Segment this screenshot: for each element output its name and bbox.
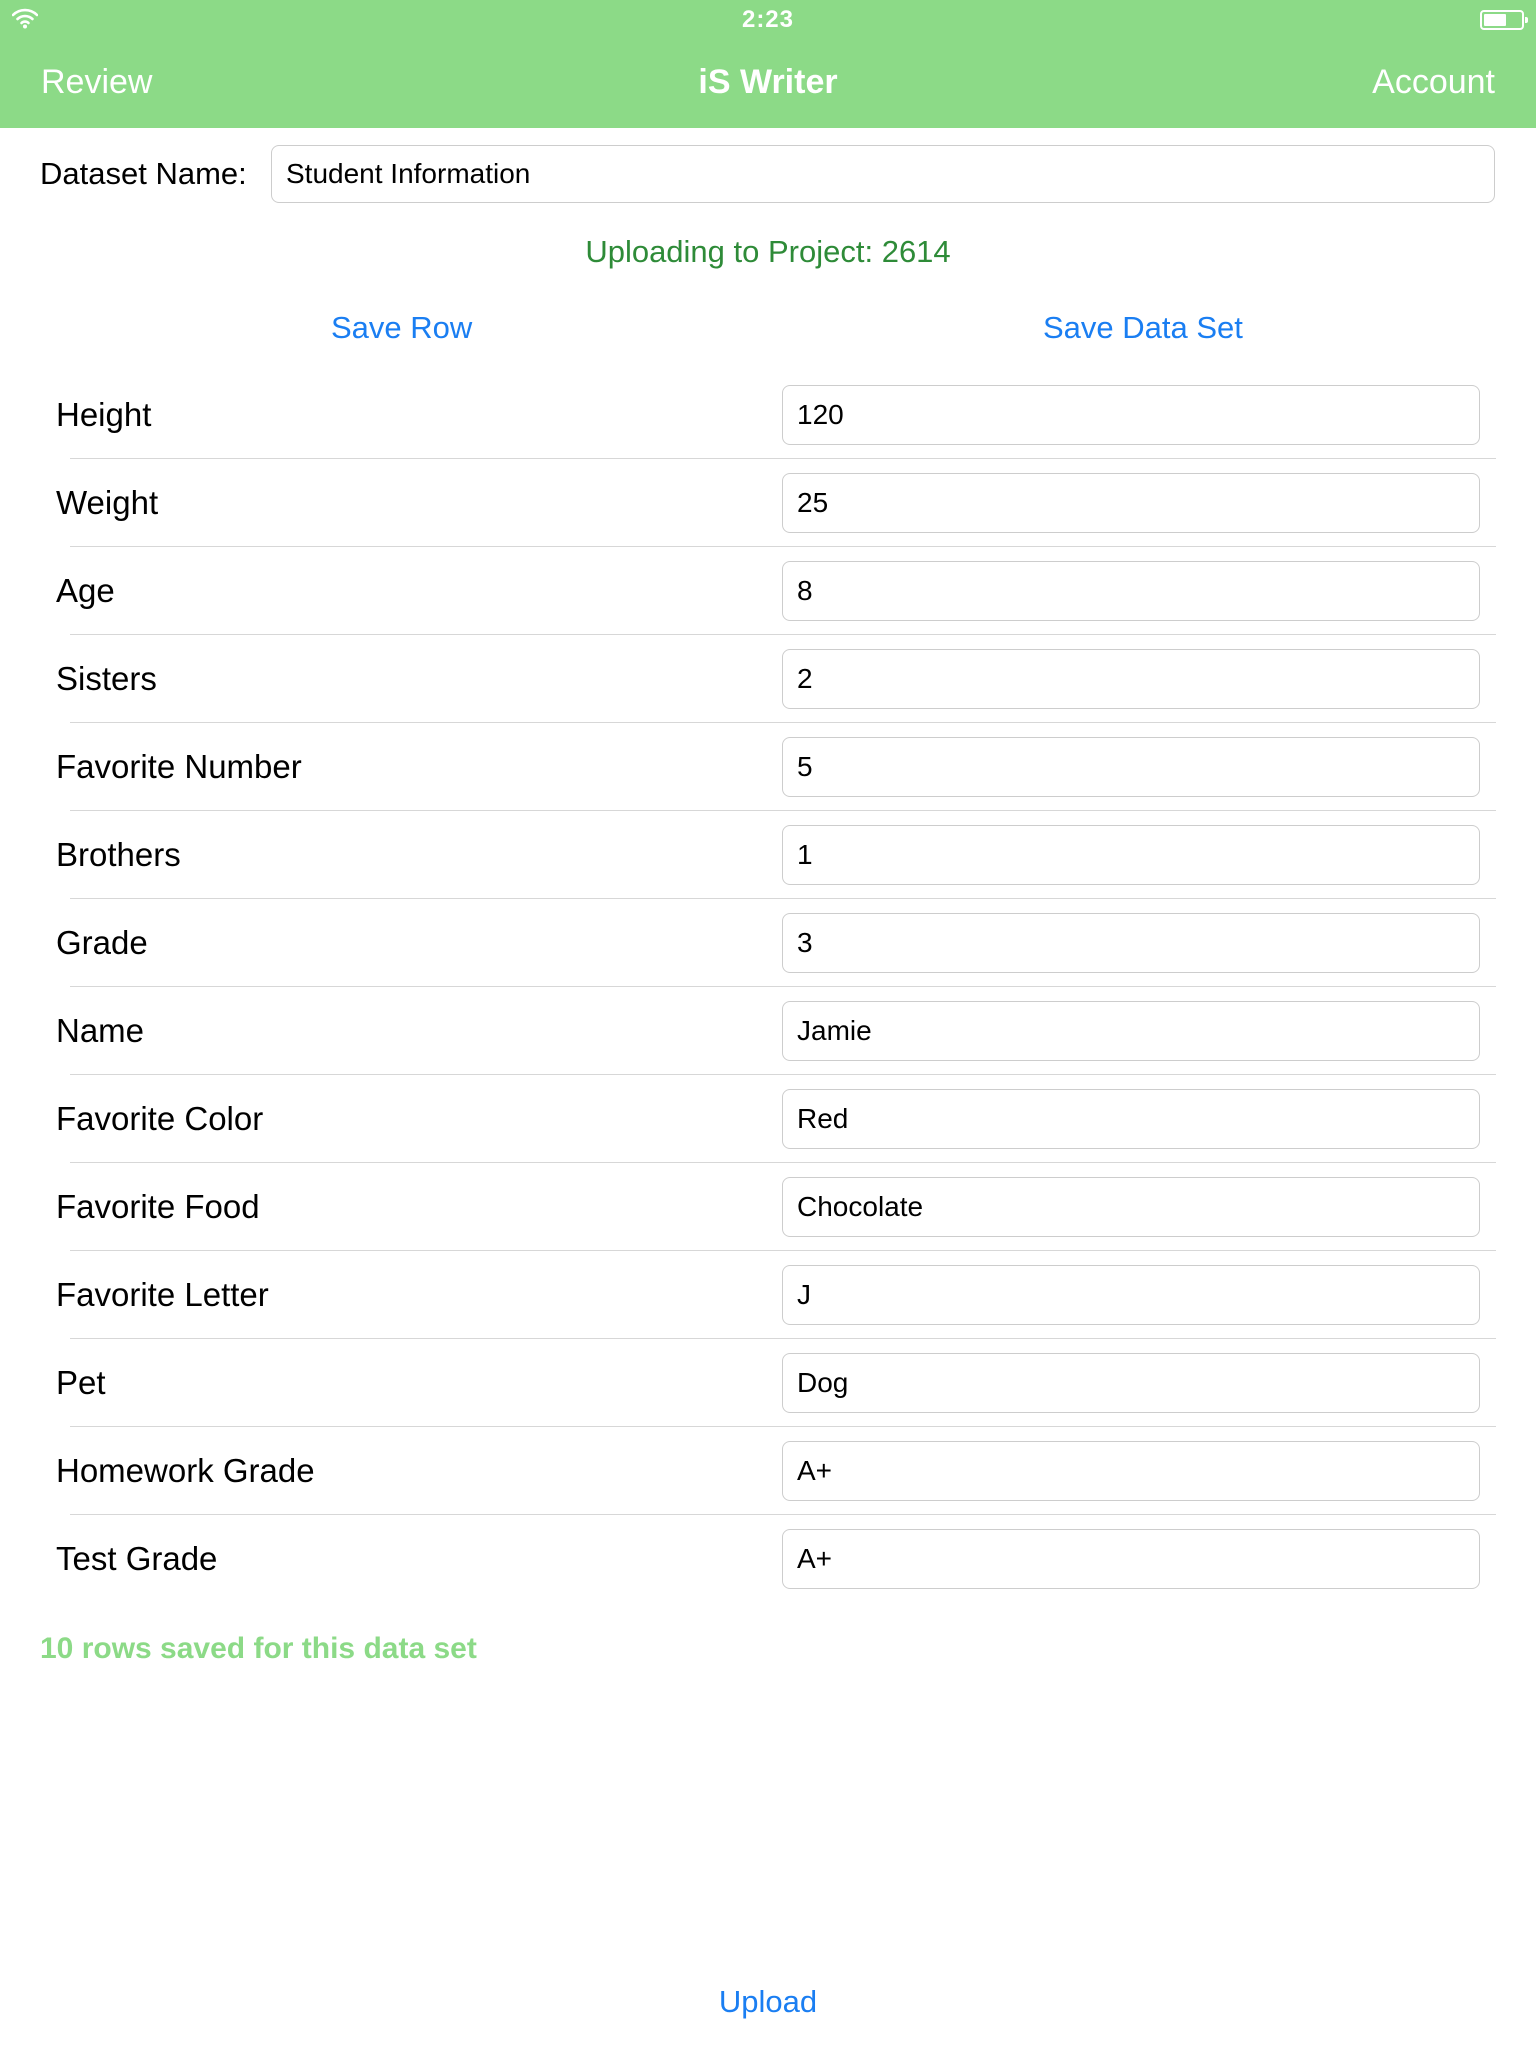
form-row: Pet Dog [0,1339,1536,1427]
field-label: Favorite Number [56,748,302,785]
field-input[interactable]: 120 [782,385,1480,445]
field-label: Height [56,396,152,433]
form-row: Height 120 [0,371,1536,459]
field-label: Age [56,572,115,609]
upload-button[interactable]: Upload [0,1980,1536,2024]
field-input[interactable]: Chocolate [782,1177,1480,1237]
field-input[interactable]: J [782,1265,1480,1325]
form-row: Name Jamie [0,987,1536,1075]
dataset-name-label: Dataset Name: [40,156,247,191]
save-data-set-button[interactable]: Save Data Set [1043,306,1243,350]
field-input[interactable]: 1 [782,825,1480,885]
form-row: Test Grade A+ [0,1515,1536,1603]
field-label: Favorite Color [56,1100,264,1137]
save-row-button[interactable]: Save Row [331,306,472,350]
field-label: Test Grade [56,1540,218,1577]
field-label: Name [56,1012,145,1049]
uploading-project-status: Uploading to Project: 2614 [585,234,951,269]
field-label: Favorite Food [56,1188,260,1225]
field-label: Favorite Letter [56,1276,269,1313]
field-label: Pet [56,1364,106,1401]
app-screen: 2:23 Review iS Writer Account Dataset Na… [0,0,1536,2048]
field-input[interactable]: 25 [782,473,1480,533]
review-button[interactable]: Review [41,60,152,104]
app-title: iS Writer [698,63,838,101]
field-input[interactable]: Red [782,1089,1480,1149]
field-input[interactable]: 2 [782,649,1480,709]
field-label: Grade [56,924,148,961]
field-label: Sisters [56,660,157,697]
field-input[interactable]: 3 [782,913,1480,973]
form-row: Weight 25 [0,459,1536,547]
form-row: Brothers 1 [0,811,1536,899]
form-row: Favorite Food Chocolate [0,1163,1536,1251]
form-row: Homework Grade A+ [0,1427,1536,1515]
form-row: Favorite Number 5 [0,723,1536,811]
rows-saved-status: 10 rows saved for this data set [40,1632,477,1665]
form-row: Age 8 [0,547,1536,635]
form-row: Favorite Letter J [0,1251,1536,1339]
form-row: Grade 3 [0,899,1536,987]
field-input[interactable]: Jamie [782,1001,1480,1061]
field-input[interactable]: Dog [782,1353,1480,1413]
field-input[interactable]: 8 [782,561,1480,621]
field-input[interactable]: 5 [782,737,1480,797]
form-row: Favorite Color Red [0,1075,1536,1163]
form-row: Sisters 2 [0,635,1536,723]
battery-icon [1480,10,1528,30]
status-bar: 2:23 [0,0,1536,40]
field-input[interactable]: A+ [782,1529,1480,1589]
field-input[interactable]: A+ [782,1441,1480,1501]
status-time: 2:23 [741,6,795,33]
account-button[interactable]: Account [1372,60,1495,104]
field-label: Weight [56,484,159,521]
dataset-name-input[interactable]: Student Information [271,145,1495,203]
field-label: Homework Grade [56,1452,315,1489]
navigation-bar: 2:23 Review iS Writer Account [0,0,1536,128]
field-label: Brothers [56,836,181,873]
